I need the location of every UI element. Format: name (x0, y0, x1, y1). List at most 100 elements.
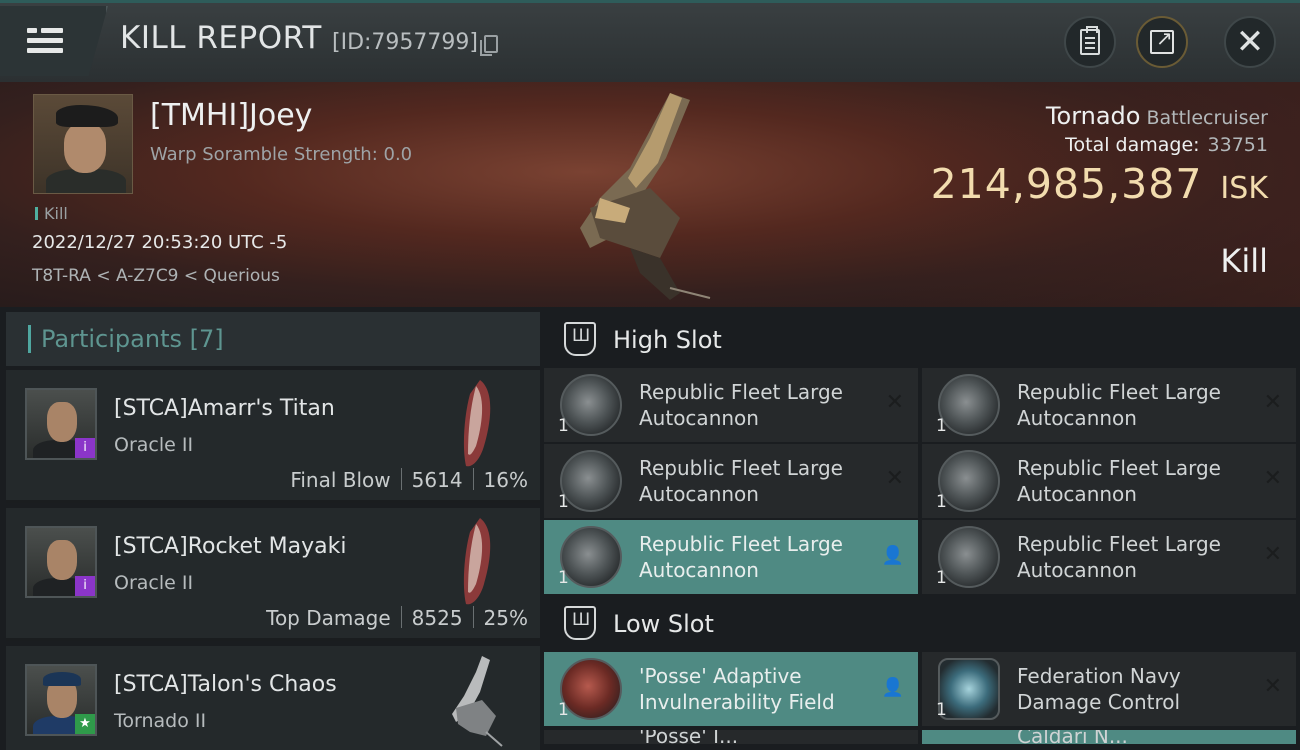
module-item-partial[interactable]: 'Posse' I... (544, 730, 918, 744)
module-name: 'Posse' Adaptive Invulnerability Field (639, 664, 835, 714)
participant-ship-image (452, 656, 503, 747)
page-title: KILL REPORT (120, 20, 322, 56)
autocannon-icon (938, 374, 1000, 436)
participant-name: [STCA]Rocket Mayaki (114, 534, 347, 559)
participant-portrait[interactable]: i (25, 526, 97, 598)
total-damage-value: 33751 (1207, 134, 1268, 156)
shield-module-icon (560, 658, 622, 720)
character-badge-icon: i (75, 576, 95, 596)
damage-control-icon (938, 658, 1000, 720)
kill-tag: Kill (35, 204, 68, 223)
autocannon-icon (560, 374, 622, 436)
module-quantity: 1 (936, 492, 947, 512)
dropped-person-icon: 👤 (881, 677, 904, 698)
participant-name: [STCA]Amarr's Titan (114, 396, 335, 421)
participant-row[interactable]: ★ [STCA]Talon's Chaos Tornado II (6, 646, 540, 750)
destroyed-icon: ✕ (1263, 390, 1282, 415)
result-label: Kill (1220, 242, 1268, 280)
participants-header: Participants [7] (6, 312, 540, 366)
victim-ship-image[interactable] (570, 88, 730, 303)
participants-panel: Participants [7] i [STCA]Amarr's Titan O… (6, 312, 540, 750)
module-item-partial[interactable]: Caldari N... (922, 730, 1296, 744)
participant-portrait[interactable]: ★ (25, 664, 97, 736)
low-slot-icon (564, 606, 596, 640)
participant-role: Final Blow (290, 468, 391, 492)
destroyed-icon: ✕ (1263, 542, 1282, 567)
participant-damage-percent: 16% (483, 468, 528, 492)
participant-ship-image (463, 518, 491, 605)
clipboard-button[interactable] (1064, 16, 1116, 68)
module-name: Federation Navy Damage Control (1017, 664, 1181, 714)
module-quantity: 1 (936, 700, 947, 720)
kill-datetime: 2022/12/27 20:53:20 UTC -5 (32, 232, 288, 253)
module-name: Republic Fleet Large Autocannon (1017, 456, 1221, 506)
isk-unit: ISK (1220, 171, 1268, 206)
participant-ship-image (463, 380, 491, 467)
participants-title: Participants (41, 325, 182, 353)
participants-count: [7] (189, 325, 224, 353)
participant-row[interactable]: i [STCA]Rocket Mayaki Oracle II Top Dama… (6, 508, 540, 641)
low-slot-header: Low Slot (544, 596, 1300, 652)
autocannon-icon (560, 526, 622, 588)
module-item[interactable]: 1 Federation Navy Damage Control ✕ (922, 652, 1296, 726)
close-icon: ✕ (1235, 22, 1265, 62)
victim-ship-class: Battlecruiser (1146, 107, 1268, 129)
autocannon-icon (938, 450, 1000, 512)
module-quantity: 1 (558, 700, 569, 720)
module-quantity: 1 (936, 416, 947, 436)
module-item[interactable]: 1 Republic Fleet Large Autocannon 👤 (544, 520, 918, 594)
share-icon (1150, 26, 1174, 54)
total-damage-label: Total damage: (1065, 134, 1200, 156)
victim-name[interactable]: [TMHI]Joey (150, 98, 312, 133)
isk-value: 214,985,387 (930, 160, 1203, 208)
hamburger-icon (27, 28, 63, 54)
module-item[interactable]: 1 Republic Fleet Large Autocannon ✕ (544, 368, 918, 442)
participant-ship: Oracle II (114, 572, 194, 594)
module-quantity: 1 (558, 568, 569, 588)
report-id: [ID:7957799] (332, 30, 478, 55)
module-name: Caldari N... (1017, 730, 1128, 744)
participant-damage-percent: 25% (483, 606, 528, 630)
destroyed-icon: ✕ (885, 390, 904, 415)
warp-scramble-strength: Warp Soramble Strength: 0.0 (150, 144, 413, 165)
copy-icon[interactable] (480, 35, 498, 56)
high-slot-header: High Slot (544, 312, 1300, 368)
share-button[interactable] (1136, 16, 1188, 68)
destroyed-icon: ✕ (885, 466, 904, 491)
clipboard-icon (1080, 26, 1100, 55)
destroyed-icon: ✕ (1263, 674, 1282, 699)
victim-portrait[interactable] (33, 94, 133, 194)
menu-button[interactable] (0, 6, 108, 76)
close-button[interactable]: ✕ (1224, 16, 1276, 68)
fitting-panel: High Slot 1 Republic Fleet Large Autocan… (544, 312, 1300, 750)
module-item[interactable]: 1 Republic Fleet Large Autocannon ✕ (544, 444, 918, 518)
module-item[interactable]: 1 Republic Fleet Large Autocannon ✕ (922, 368, 1296, 442)
module-quantity: 1 (936, 568, 947, 588)
module-name: Republic Fleet Large Autocannon (639, 456, 843, 506)
participant-row[interactable]: i [STCA]Amarr's Titan Oracle II Final Bl… (6, 370, 540, 503)
participant-ship: Tornado II (114, 710, 207, 732)
participant-ship: Oracle II (114, 434, 194, 456)
high-slot-icon (564, 322, 596, 356)
participant-damage: 5614 (411, 468, 463, 492)
module-name: Republic Fleet Large Autocannon (1017, 380, 1221, 430)
participant-name: [STCA]Talon's Chaos (114, 672, 337, 697)
victim-summary: [TMHI]Joey Warp Soramble Strength: 0.0 K… (0, 82, 1300, 307)
victim-ship-name[interactable]: Tornado (1046, 102, 1141, 130)
module-name: Republic Fleet Large Autocannon (639, 380, 843, 430)
character-badge-icon: ★ (75, 714, 95, 734)
high-slot-title: High Slot (613, 326, 722, 354)
participant-role: Top Damage (266, 606, 391, 630)
ship-value-panel: Tornado Battlecruiser Total damage: 33751 … (931, 102, 1268, 208)
kill-location[interactable]: T8T-RA < A-Z7C9 < Querious (32, 266, 280, 286)
module-item[interactable]: 1 'Posse' Adaptive Invulnerability Field… (544, 652, 918, 726)
module-name: 'Posse' I... (639, 730, 739, 744)
module-quantity: 1 (558, 492, 569, 512)
participant-portrait[interactable]: i (25, 388, 97, 460)
module-name: Republic Fleet Large Autocannon (639, 532, 843, 582)
module-item[interactable]: 1 Republic Fleet Large Autocannon ✕ (922, 444, 1296, 518)
module-name: Republic Fleet Large Autocannon (1017, 532, 1221, 582)
participant-damage: 8525 (411, 606, 463, 630)
module-item[interactable]: 1 Republic Fleet Large Autocannon ✕ (922, 520, 1296, 594)
destroyed-icon: ✕ (1263, 466, 1282, 491)
